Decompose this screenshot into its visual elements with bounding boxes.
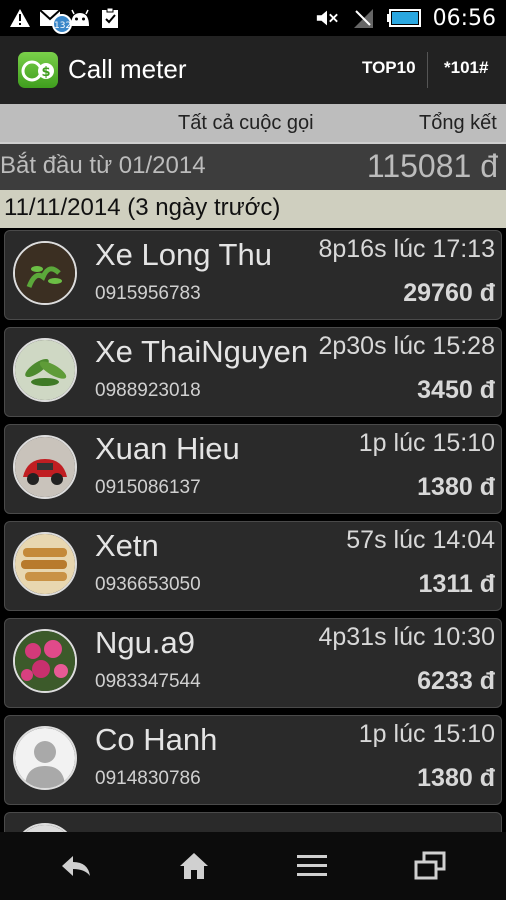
call-duration-time: 57s lúc 14:04	[346, 526, 495, 554]
start-date-label: Bắt đầu từ 01/2014	[0, 152, 206, 179]
svg-text:$: $	[41, 65, 50, 80]
notification-count-badge: 132	[52, 14, 72, 34]
battery-icon	[386, 6, 421, 30]
recent-apps-icon[interactable]	[408, 846, 452, 886]
navigation-bar	[0, 832, 506, 900]
call-cost: 6233 đ	[417, 667, 495, 695]
call-duration-time: 2p30s lúc 15:28	[318, 332, 495, 360]
call-duration-time: 1p lúc 15:10	[358, 429, 495, 457]
contact-name: Xetn	[95, 528, 159, 563]
call-row[interactable]: Co Hanh 0914830786 1p lúc 15:10 1380 đ	[4, 715, 502, 805]
action-bar: $ Call meter TOP10 *101#	[0, 36, 506, 106]
contact-phone: 0936653050	[95, 574, 201, 595]
call-cost: 29760 đ	[403, 279, 495, 307]
call-cost: 1311 đ	[418, 570, 495, 598]
contact-phone: 0915086137	[95, 477, 201, 498]
call-duration-time: 4p31s lúc 10:30	[318, 623, 495, 651]
system-icons: 06:56	[315, 4, 496, 32]
status-bar: 132 06:56	[0, 0, 506, 36]
contact-phone: 0914830786	[95, 768, 201, 789]
call-meter-app-icon: $	[18, 52, 58, 88]
contact-name: Xe Long Thu	[95, 237, 272, 272]
tab-bar: Tất cả cuộc gọi Tổng kết	[0, 104, 506, 144]
call-cost: 1380 đ	[417, 473, 495, 501]
call-row[interactable]: Xuan Hieu 0915086137 1p lúc 15:10 1380 đ	[4, 424, 502, 514]
call-row[interactable]: Xetn 0936653050 57s lúc 14:04 1311 đ	[4, 521, 502, 611]
call-row[interactable]: Ngu.a9 0983347544 4p31s lúc 10:30 6233 đ	[4, 618, 502, 708]
warning-icon	[8, 6, 32, 30]
action-divider	[427, 52, 428, 88]
call-duration-time: 1p lúc 15:10	[358, 720, 495, 748]
contact-phone: 0988923018	[95, 380, 201, 401]
summary-bar: Bắt đầu từ 01/2014 115081 đ	[0, 144, 506, 190]
clipboard-check-icon	[98, 6, 122, 30]
back-icon[interactable]	[54, 846, 98, 886]
contact-name: Xe ThaiNguyen	[95, 334, 309, 369]
call-duration-time: 8p16s lúc 17:13	[318, 235, 495, 263]
call-list[interactable]: Xe Long Thu 0915956783 8p16s lúc 17:13 2…	[0, 228, 506, 832]
no-signal-icon	[351, 6, 375, 30]
contact-phone: 0915956783	[95, 283, 201, 304]
total-cost: 115081 đ	[366, 148, 498, 184]
contact-photo	[13, 338, 77, 402]
top10-button[interactable]: TOP10	[362, 58, 416, 78]
date-header-label: 11/11/2014 (3 ngày trước)	[4, 194, 281, 221]
app-title: Call meter	[68, 54, 187, 84]
call-cost: 3450 đ	[417, 376, 495, 404]
tab-all-calls[interactable]: Tất cả cuộc gọi	[178, 112, 314, 135]
default-contact-photo	[13, 726, 77, 790]
contact-name: Xuan Hieu	[95, 431, 240, 466]
contact-photo	[13, 532, 77, 596]
contact-photo	[13, 435, 77, 499]
call-row-partial[interactable]	[4, 812, 502, 832]
contact-photo	[13, 629, 77, 693]
call-row[interactable]: Xe ThaiNguyen 0988923018 2p30s lúc 15:28…	[4, 327, 502, 417]
ussd-101-button[interactable]: *101#	[444, 58, 488, 78]
contact-phone: 0983347544	[95, 671, 201, 692]
menu-icon[interactable]	[290, 846, 334, 886]
contact-photo	[13, 823, 77, 832]
call-row[interactable]: Xe Long Thu 0915956783 8p16s lúc 17:13 2…	[4, 230, 502, 320]
status-clock: 06:56	[432, 5, 496, 31]
tab-summary[interactable]: Tổng kết	[419, 112, 497, 135]
call-cost: 1380 đ	[417, 764, 495, 792]
date-section-header: 11/11/2014 (3 ngày trước)	[0, 190, 506, 228]
contact-name: Ngu.a9	[95, 625, 195, 660]
contact-photo	[13, 241, 77, 305]
home-icon[interactable]	[172, 846, 216, 886]
contact-name: Co Hanh	[95, 722, 218, 757]
mute-icon	[315, 6, 339, 30]
